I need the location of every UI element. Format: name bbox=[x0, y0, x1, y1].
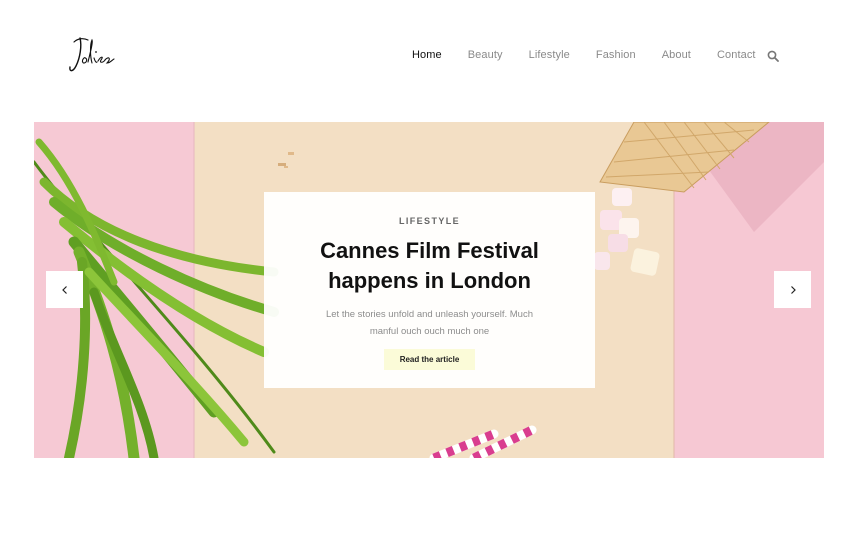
featured-post-card: LIFESTYLE Cannes Film Festival happens i… bbox=[264, 192, 595, 388]
slider-prev-button[interactable] bbox=[46, 271, 83, 308]
post-excerpt: Let the stories unfold and unleash yours… bbox=[325, 309, 533, 337]
slider-next-button[interactable] bbox=[774, 271, 811, 308]
site-logo[interactable] bbox=[66, 32, 118, 78]
site-header: Home Beauty Lifestyle Fashion About Cont… bbox=[0, 0, 856, 110]
main-nav: Home Beauty Lifestyle Fashion About Cont… bbox=[412, 48, 782, 62]
nav-item-beauty[interactable]: Beauty bbox=[468, 48, 503, 62]
nav-item-contact[interactable]: Contact bbox=[717, 48, 756, 62]
chevron-right-icon bbox=[790, 285, 796, 294]
chevron-left-icon bbox=[61, 285, 67, 294]
nav-item-home[interactable]: Home bbox=[412, 48, 442, 62]
jolies-script-logo-icon bbox=[69, 37, 115, 72]
nav-item-about[interactable]: About bbox=[662, 48, 691, 62]
hero-slider: LIFESTYLE Cannes Film Festival happens i… bbox=[34, 122, 824, 458]
search-icon[interactable] bbox=[767, 49, 779, 62]
read-article-button[interactable]: Read the article bbox=[384, 349, 475, 370]
post-category[interactable]: LIFESTYLE bbox=[264, 216, 595, 226]
nav-item-lifestyle[interactable]: Lifestyle bbox=[529, 48, 570, 62]
post-title[interactable]: Cannes Film Festival happens in London bbox=[284, 236, 575, 296]
nav-item-fashion[interactable]: Fashion bbox=[596, 48, 636, 62]
